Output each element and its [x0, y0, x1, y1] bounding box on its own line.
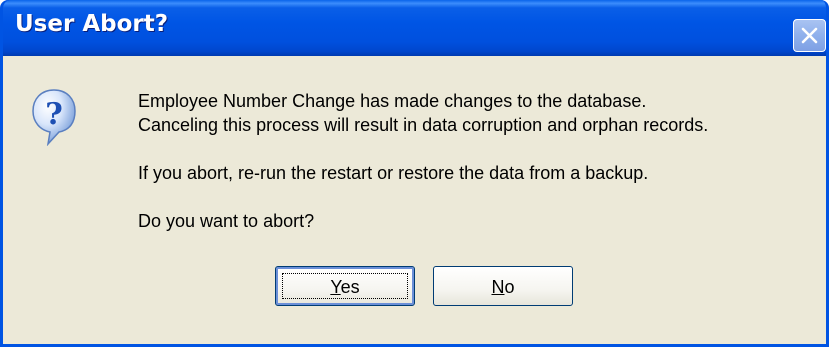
message-line-4: Do you want to abort? [138, 211, 315, 231]
yes-button-label: Yes [330, 276, 360, 297]
yes-button[interactable]: Yes [275, 266, 415, 306]
dialog-window: User Abort? ? Employee Number Change has… [0, 0, 829, 347]
message-line-1: Employee Number Change has made changes … [138, 91, 647, 111]
dialog-body: ? Employee Number Change has made change… [3, 56, 826, 344]
close-button[interactable] [793, 19, 826, 52]
message-line-3: If you abort, re-run the restart or rest… [138, 163, 649, 183]
title-bar[interactable]: User Abort? [3, 0, 826, 56]
no-button[interactable]: No [433, 266, 573, 306]
close-icon [801, 27, 818, 44]
question-icon: ? [32, 89, 76, 146]
svg-text:?: ? [45, 97, 63, 132]
message-line-2: Canceling this process will result in da… [138, 115, 709, 135]
window-title: User Abort? [15, 11, 169, 37]
no-button-label: No [491, 276, 515, 297]
